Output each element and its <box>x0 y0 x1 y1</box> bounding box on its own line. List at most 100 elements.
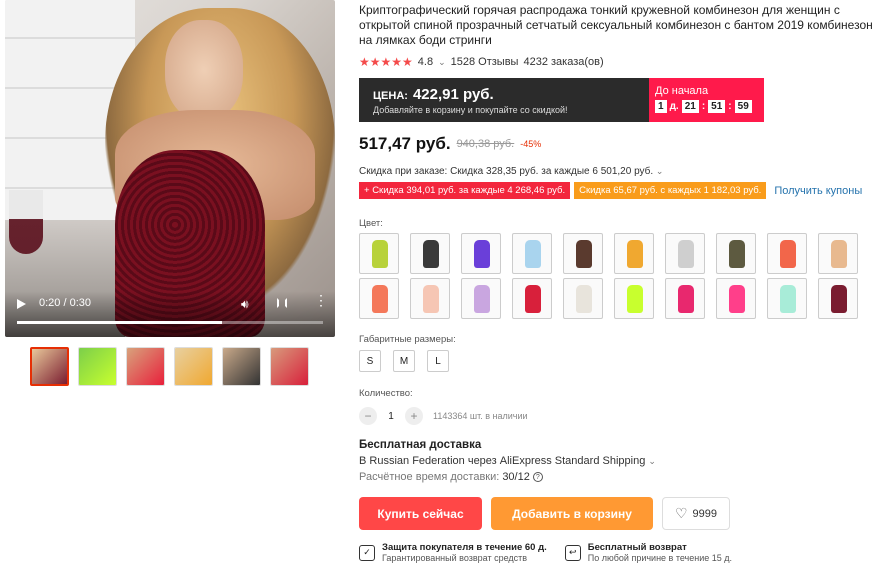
buyer-protection: ✓ Защита покупателя в течение 60 д. Гара… <box>359 542 547 563</box>
color-swatch-image <box>525 240 541 268</box>
return-box-icon: ↩ <box>564 544 581 561</box>
color-swatch[interactable] <box>716 278 756 319</box>
rating-stars-icon: ★★★★★ <box>359 55 413 69</box>
color-swatch-image <box>474 285 490 313</box>
quantity-decrease-button[interactable]: − <box>359 407 377 425</box>
fullscreen-icon[interactable] <box>277 298 287 308</box>
video-progress-bar[interactable] <box>17 321 323 324</box>
color-swatches <box>359 233 887 319</box>
size-option-l[interactable]: L <box>427 350 449 372</box>
wine-glass <box>9 190 43 254</box>
chevron-down-icon[interactable]: ⌄ <box>438 57 446 68</box>
video-controls: 0:20 / 0:30 🔊︎ ⋮ <box>5 291 335 337</box>
add-to-cart-button[interactable]: Добавить в корзину <box>491 497 653 530</box>
color-swatch[interactable] <box>716 233 756 274</box>
color-swatch[interactable] <box>410 278 450 319</box>
color-swatch[interactable] <box>818 233 858 274</box>
countdown-label: До начала <box>655 85 709 97</box>
countdown: До начала 1 д. 21: 51: 59 <box>649 78 764 122</box>
color-swatch-image <box>678 240 694 268</box>
color-swatch[interactable] <box>665 233 705 274</box>
play-icon[interactable] <box>17 299 26 309</box>
countdown-minutes: 51 <box>708 100 726 113</box>
color-label: Цвет: <box>359 218 383 229</box>
promo-banner: ЦЕНА: 422,91 руб. Добавляйте в корзину и… <box>359 78 764 122</box>
product-title: Криптографический горячая распродажа тон… <box>359 3 873 47</box>
countdown-seconds: 59 <box>734 100 752 113</box>
model-face <box>165 20 243 120</box>
current-price: 517,47 руб. <box>359 134 451 153</box>
action-buttons: Купить сейчас Добавить в корзину ♡ 9999 <box>359 497 887 530</box>
video-time: 0:20 / 0:30 <box>39 297 91 309</box>
more-options-icon[interactable]: ⋮ <box>314 293 328 307</box>
color-swatch[interactable] <box>359 278 399 319</box>
color-swatch[interactable] <box>512 278 552 319</box>
color-swatch-image <box>831 285 847 313</box>
color-swatch-image <box>576 240 592 268</box>
size-option-m[interactable]: M <box>393 350 415 372</box>
quantity-increase-button[interactable]: + <box>405 407 423 425</box>
gallery-thumbnails <box>30 347 309 386</box>
color-swatch-image <box>372 240 388 268</box>
quantity-label: Количество: <box>359 388 413 399</box>
color-swatch[interactable] <box>461 233 501 274</box>
color-swatch[interactable] <box>818 278 858 319</box>
color-swatch[interactable] <box>512 233 552 274</box>
product-info: Криптографический горячая распродажа тон… <box>359 0 887 563</box>
thumbnail-image[interactable] <box>174 347 213 386</box>
promo-subtitle: Добавляйте в корзину и покупайте со скид… <box>373 105 568 115</box>
color-swatch[interactable] <box>461 278 501 319</box>
quantity-value[interactable]: 1 <box>385 411 397 422</box>
color-swatch[interactable] <box>563 233 603 274</box>
shipping-route[interactable]: В Russian Federation через AliExpress St… <box>359 455 887 467</box>
thumbnail-image[interactable] <box>78 347 117 386</box>
color-swatch[interactable] <box>767 278 807 319</box>
color-swatch[interactable] <box>614 278 654 319</box>
color-swatch[interactable] <box>359 233 399 274</box>
thumbnail-video[interactable] <box>30 347 69 386</box>
volume-icon[interactable]: 🔊︎ <box>241 297 249 312</box>
quantity-stepper: − 1 + 1143364 шт. в наличии <box>359 407 887 425</box>
price-row: 517,47 руб. 940,38 руб. -45% <box>359 134 887 154</box>
color-swatch[interactable] <box>410 233 450 274</box>
color-swatch-image <box>372 285 388 313</box>
reviews-count[interactable]: 1528 Отзывы <box>451 56 519 68</box>
discount-badge: -45% <box>520 139 542 149</box>
thumbnail-image[interactable] <box>270 347 309 386</box>
product-video[interactable]: 0:20 / 0:30 🔊︎ ⋮ <box>5 0 335 337</box>
coupon-badge[interactable]: + Скидка 394,01 руб. за каждые 4 268,46 … <box>359 182 571 199</box>
color-swatch[interactable] <box>614 233 654 274</box>
color-swatch[interactable] <box>767 233 807 274</box>
old-price: 940,38 руб. <box>456 138 515 150</box>
size-option-s[interactable]: S <box>359 350 381 372</box>
coupons-row: + Скидка 394,01 руб. за каждые 4 268,46 … <box>359 182 887 199</box>
color-swatch-image <box>423 285 439 313</box>
color-swatch-image <box>678 285 694 313</box>
size-options: S M L <box>359 350 887 372</box>
get-coupons-link[interactable]: Получить купоны <box>774 185 862 197</box>
color-swatch-image <box>831 240 847 268</box>
color-swatch[interactable] <box>665 278 705 319</box>
info-icon[interactable]: ? <box>532 472 543 482</box>
free-returns: ↩ Бесплатный возврат По любой причине в … <box>564 542 732 563</box>
thumbnail-image[interactable] <box>222 347 261 386</box>
delivery-time-value: 30/12 <box>502 471 530 483</box>
delivery-time: Расчётное время доставки: 30/12 ? <box>359 471 887 483</box>
thumbnail-image[interactable] <box>126 347 165 386</box>
video-progress-fill <box>17 321 223 324</box>
color-swatch-image <box>729 240 745 268</box>
shipping-title: Бесплатная доставка <box>359 439 482 451</box>
heart-icon: ♡ <box>674 505 688 521</box>
promo-label: ЦЕНА: <box>373 90 408 102</box>
rating-value[interactable]: 4.8 <box>418 56 433 68</box>
wishlist-button[interactable]: ♡ 9999 <box>662 497 730 530</box>
promo-price: 422,91 руб. <box>412 86 494 103</box>
color-swatch-image <box>474 240 490 268</box>
color-swatch[interactable] <box>563 278 603 319</box>
coupon-badge[interactable]: Скидка 65,67 руб. с каждых 1 182,03 руб. <box>574 182 767 199</box>
countdown-hours: 21 <box>681 100 699 113</box>
buy-now-button[interactable]: Купить сейчас <box>359 497 482 530</box>
color-swatch-image <box>627 285 643 313</box>
color-swatch-image <box>576 285 592 313</box>
order-discount[interactable]: Скидка при заказе: Скидка 328,35 руб. за… <box>359 166 887 177</box>
